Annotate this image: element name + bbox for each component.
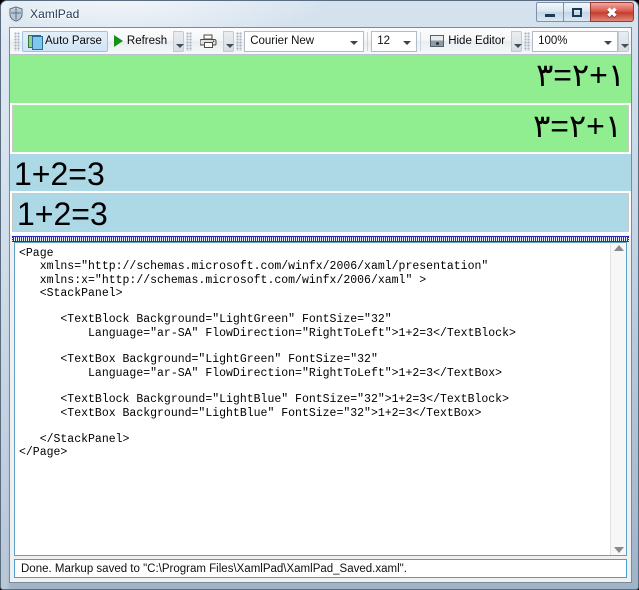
zoom-combobox[interactable]: 100% [532,30,619,52]
title-bar: XamlPad ✖ [1,1,638,27]
preview-textbox-blue-text: 1+2=3 [17,195,108,232]
preview-textblock-blue: 1+2=3 [10,153,631,191]
maximize-icon [572,7,582,17]
toolbar-grip-4[interactable] [524,31,531,51]
toolbar-overflow-3[interactable] [511,30,523,52]
toolbar-separator-2 [420,31,422,51]
printer-icon [199,34,217,48]
markup-editor[interactable]: <Page xmlns="http://schemas.microsoft.co… [14,242,627,556]
font-size-combobox[interactable]: 12 [371,30,418,52]
zoom-value: 100% [538,35,568,47]
markup-editor-text[interactable]: <Page xmlns="http://schemas.microsoft.co… [15,243,610,555]
preview-textblock-blue-text: 1+2=3 [14,155,105,191]
close-icon: ✖ [606,4,618,20]
shield-icon [8,6,24,22]
editor-vertical-scrollbar[interactable] [610,243,626,555]
chevron-down-icon [604,40,613,45]
toolbar-grip-2[interactable] [186,31,193,51]
font-size-value: 12 [377,35,390,47]
auto-parse-icon [28,34,43,50]
stack-panel: ١+٢=٣ ١+٢=٣ 1+2=3 1+2=3 [10,55,631,234]
toolbar-grip-3[interactable] [236,31,243,51]
hide-editor-icon [430,35,445,47]
play-triangle-icon [113,35,123,47]
hide-editor-label: Hide Editor [448,35,506,47]
application-window: XamlPad ✖ Auto Parse Refresh Courier New… [0,0,639,590]
chevron-down-icon [403,40,412,45]
status-message: Done. Markup saved to "C:\Program Files\… [14,559,627,578]
minimize-button[interactable] [536,2,564,22]
font-family-combobox[interactable]: Courier New [244,30,365,52]
preview-textbox-blue[interactable]: 1+2=3 [12,192,629,232]
toolbar-separator-1 [367,31,369,51]
auto-parse-label: Auto Parse [45,35,102,47]
preview-textblock-green: ١+٢=٣ [10,55,631,104]
font-family-value: Courier New [250,35,315,47]
toolbar-overflow-4[interactable] [618,30,630,52]
minimize-icon [545,13,555,17]
maximize-button[interactable] [563,2,591,22]
xaml-preview-pane: ١+٢=٣ ١+٢=٣ 1+2=3 1+2=3 [10,55,631,235]
preview-textbox-green-text: ١+٢=٣ [533,108,622,145]
refresh-button[interactable]: Refresh [108,31,173,52]
window-title: XamlPad [30,7,80,21]
toolbar-overflow-2[interactable] [223,30,235,52]
hide-editor-button[interactable]: Hide Editor [424,31,511,52]
caption-button-group: ✖ [536,2,634,22]
auto-parse-button[interactable]: Auto Parse [22,30,108,52]
print-button[interactable] [194,31,223,52]
refresh-label: Refresh [126,35,168,47]
close-button[interactable]: ✖ [590,2,634,22]
chevron-down-icon [350,40,359,45]
pane-splitter[interactable] [10,235,631,242]
scroll-up-icon[interactable] [613,245,624,251]
preview-textbox-green[interactable]: ١+٢=٣ [12,105,629,152]
toolbar-grip[interactable] [14,31,20,51]
scroll-down-icon[interactable] [613,547,624,553]
toolbar-overflow-1[interactable] [173,30,185,52]
status-bar: Done. Markup saved to "C:\Program Files\… [10,556,631,582]
preview-textblock-green-text: ١+٢=٣ [536,57,625,93]
toolbar: Auto Parse Refresh Courier New 12 Hide E… [10,28,631,55]
client-area: Auto Parse Refresh Courier New 12 Hide E… [9,27,632,583]
